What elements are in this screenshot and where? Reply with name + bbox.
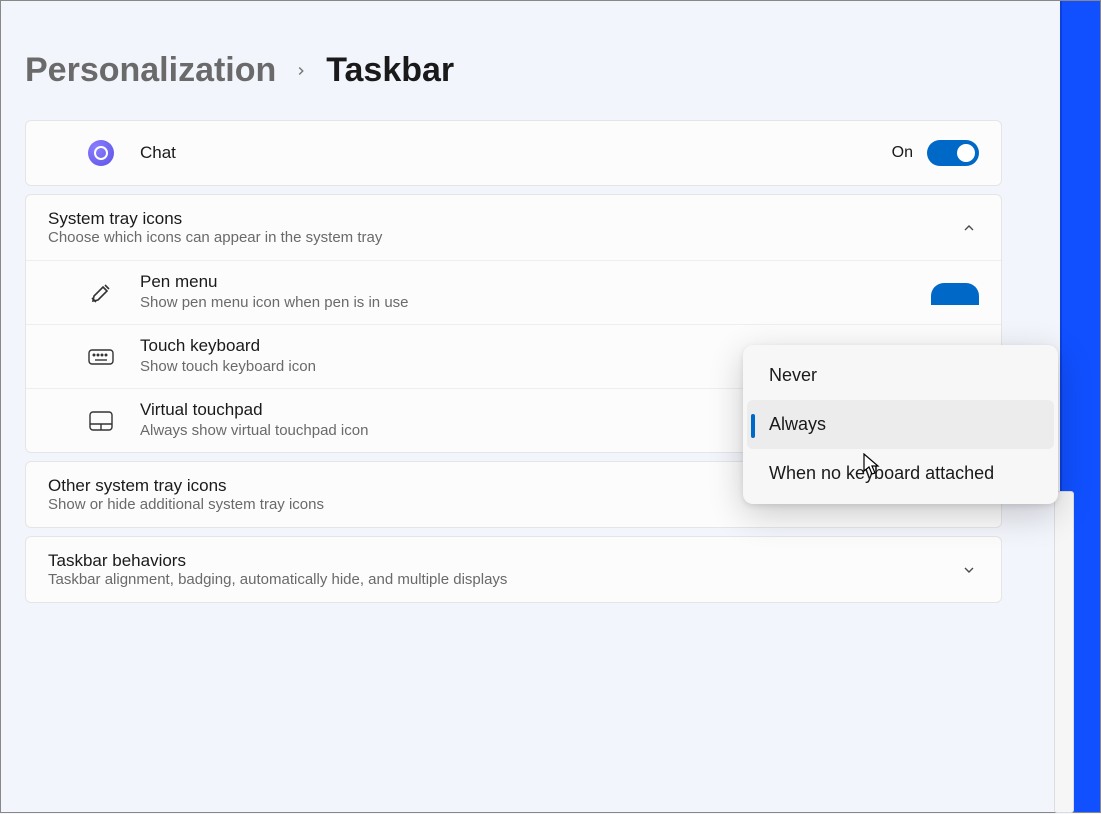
keyboard-icon <box>76 347 126 367</box>
touchpad-icon <box>76 410 126 432</box>
section-title: Taskbar behaviors <box>48 551 979 571</box>
item-title: Pen menu <box>140 272 979 292</box>
taskbar-item-title: Chat <box>140 143 892 163</box>
pen-toggle-partial <box>931 283 979 305</box>
breadcrumb: Personalization Taskbar <box>1 1 1062 120</box>
chat-toggle[interactable] <box>927 140 979 166</box>
chevron-down-icon <box>959 560 979 580</box>
system-tray-header[interactable]: System tray icons Choose which icons can… <box>26 195 1001 260</box>
toggle-label: On <box>892 144 913 162</box>
breadcrumb-parent[interactable]: Personalization <box>25 51 276 90</box>
window-edge-decoration <box>1060 1 1100 812</box>
chevron-up-icon <box>959 218 979 238</box>
touch-keyboard-dropdown[interactable]: Never Always When no keyboard attached <box>743 345 1058 504</box>
section-description: Taskbar alignment, badging, automaticall… <box>48 571 979 588</box>
taskbar-item-texts: Chat <box>140 143 892 163</box>
page-title: Taskbar <box>326 51 454 90</box>
pen-icon <box>76 281 126 305</box>
taskbar-behaviors-section[interactable]: Taskbar behaviors Taskbar alignment, bad… <box>25 536 1002 603</box>
section-description: Choose which icons can appear in the sys… <box>48 229 979 246</box>
item-description: Show pen menu icon when pen is in use <box>140 292 979 313</box>
dropdown-option-never[interactable]: Never <box>747 351 1054 400</box>
chat-icon <box>76 140 126 166</box>
system-tray-item-pen[interactable]: Pen menu Show pen menu icon when pen is … <box>26 260 1001 324</box>
chevron-right-icon <box>294 58 308 84</box>
section-title: System tray icons <box>48 209 979 229</box>
taskbar-item-chat[interactable]: Chat On <box>26 121 1001 185</box>
dropdown-option-when-no-keyboard[interactable]: When no keyboard attached <box>747 449 1054 498</box>
dropdown-option-always[interactable]: Always <box>747 400 1054 449</box>
taskbar-item-chat-card: Chat On <box>25 120 1002 186</box>
